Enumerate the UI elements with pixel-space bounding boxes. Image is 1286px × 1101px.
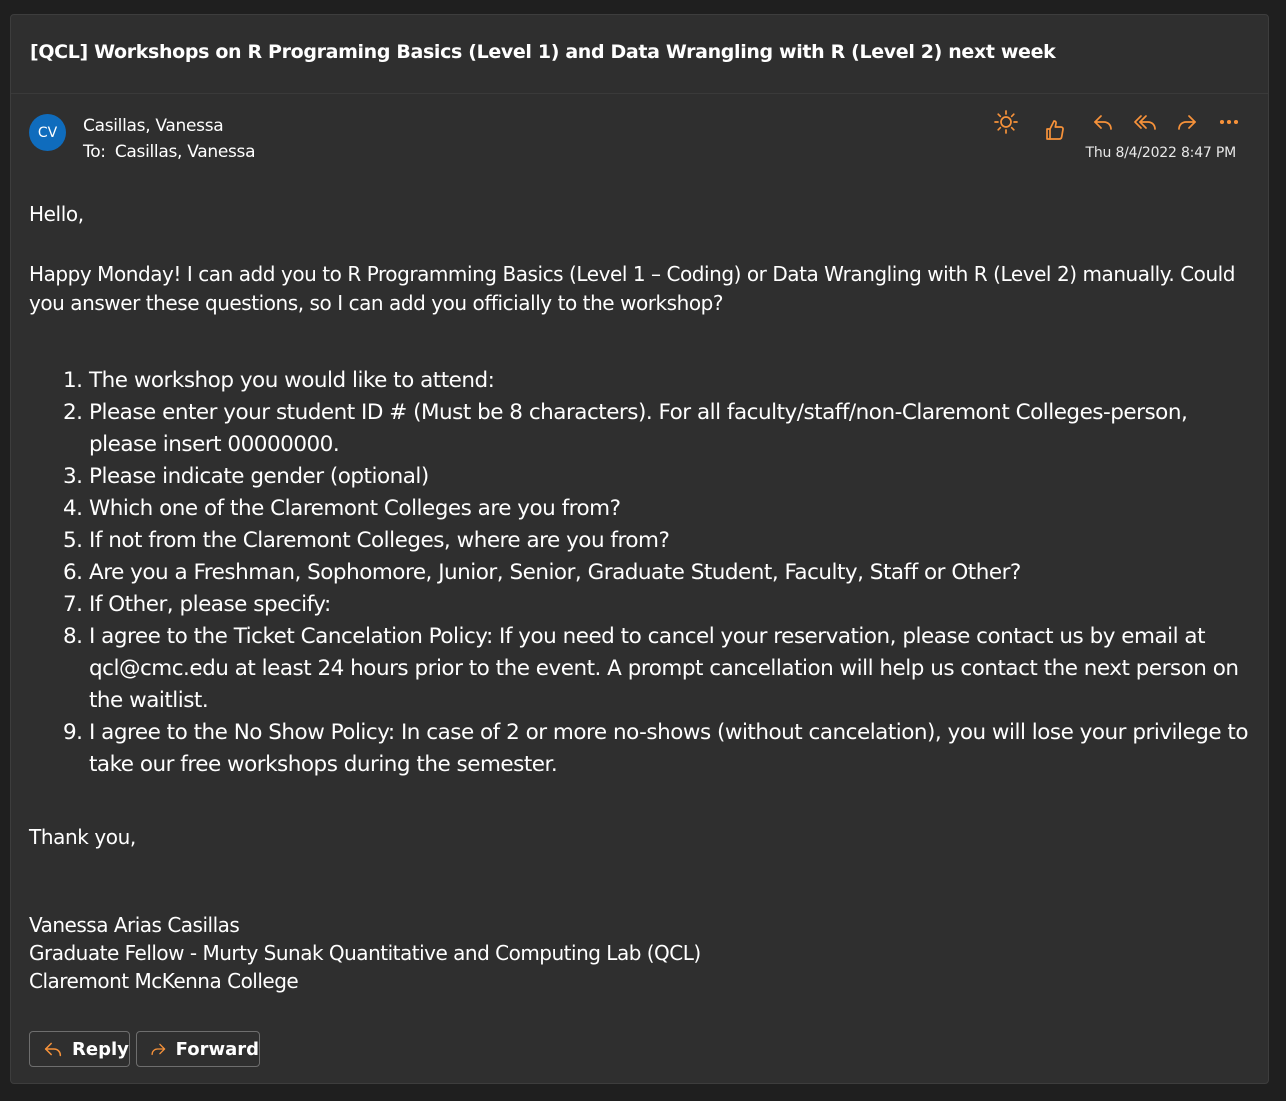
list-item: 8. I agree to the Ticket Cancelation Poli… — [63, 624, 1239, 713]
signature-block: Vanessa Arias Casillas Graduate Fellow -… — [29, 911, 701, 995]
list-item: 7. If Other, please specify: — [63, 592, 331, 617]
signature-org: Claremont McKenna College — [29, 969, 299, 993]
reply-icon — [44, 1042, 62, 1057]
list-item: 6. Are you a Freshman, Sophomore, Junior,… — [63, 560, 1021, 585]
list-item: 3. Please indicate gender (optional) — [63, 464, 429, 489]
message-reading-pane: [QCL] Workshops on R Programing Basics (… — [10, 14, 1269, 1084]
recipient-name[interactable]: Casillas, Vanessa — [115, 142, 256, 162]
forward-button[interactable] — [1172, 107, 1202, 137]
message-subject: [QCL] Workshops on R Programing Basics (… — [30, 41, 1056, 63]
immersive-reader-button[interactable] — [991, 107, 1021, 137]
sun-icon — [994, 110, 1018, 134]
forward-footer-button[interactable]: Forward — [136, 1031, 260, 1067]
greeting: Hello, — [29, 202, 84, 226]
list-item: 5. If not from the Claremont Colleges, wh… — [63, 528, 670, 553]
to-label: To: — [83, 142, 106, 162]
thumbs-up-icon — [1046, 120, 1064, 140]
reply-footer-button[interactable]: Reply — [29, 1031, 130, 1067]
like-button[interactable] — [1040, 115, 1070, 145]
list-item: 9. I agree to the No Show Policy: In case… — [63, 720, 1249, 777]
questions-list: 1. The workshop you would like to attend:… — [29, 365, 1254, 781]
signature-title: Graduate Fellow - Murty Sunak Quantitati… — [29, 941, 701, 965]
signature-name: Vanessa Arias Casillas — [29, 913, 240, 937]
reply-icon — [1094, 115, 1112, 130]
more-icon — [1219, 119, 1239, 125]
more-actions-button[interactable] — [1214, 107, 1244, 137]
forward-icon — [151, 1043, 166, 1056]
closing-line: Thank you, — [29, 825, 136, 849]
forward-button-label: Forward — [175, 1038, 259, 1060]
header-divider — [11, 93, 1268, 94]
recipient-line: To: Casillas, Vanessa — [83, 142, 256, 162]
reply-button[interactable] — [1088, 107, 1118, 137]
reply-all-icon — [1134, 115, 1156, 130]
message-action-bar — [11, 107, 1268, 143]
list-item: 4. Which one of the Claremont Colleges ar… — [63, 496, 621, 521]
reply-button-label: Reply — [72, 1038, 129, 1060]
intro-paragraph: Happy Monday! I can add you to R Program… — [29, 262, 1236, 315]
message-timestamp: Thu 8/4/2022 8:47 PM — [1085, 145, 1237, 161]
forward-icon — [1178, 115, 1196, 130]
reply-all-button[interactable] — [1130, 107, 1160, 137]
list-item: 1. The workshop you would like to attend: — [63, 368, 495, 393]
list-item: 2. Please enter your student ID # (Must b… — [63, 400, 1188, 457]
